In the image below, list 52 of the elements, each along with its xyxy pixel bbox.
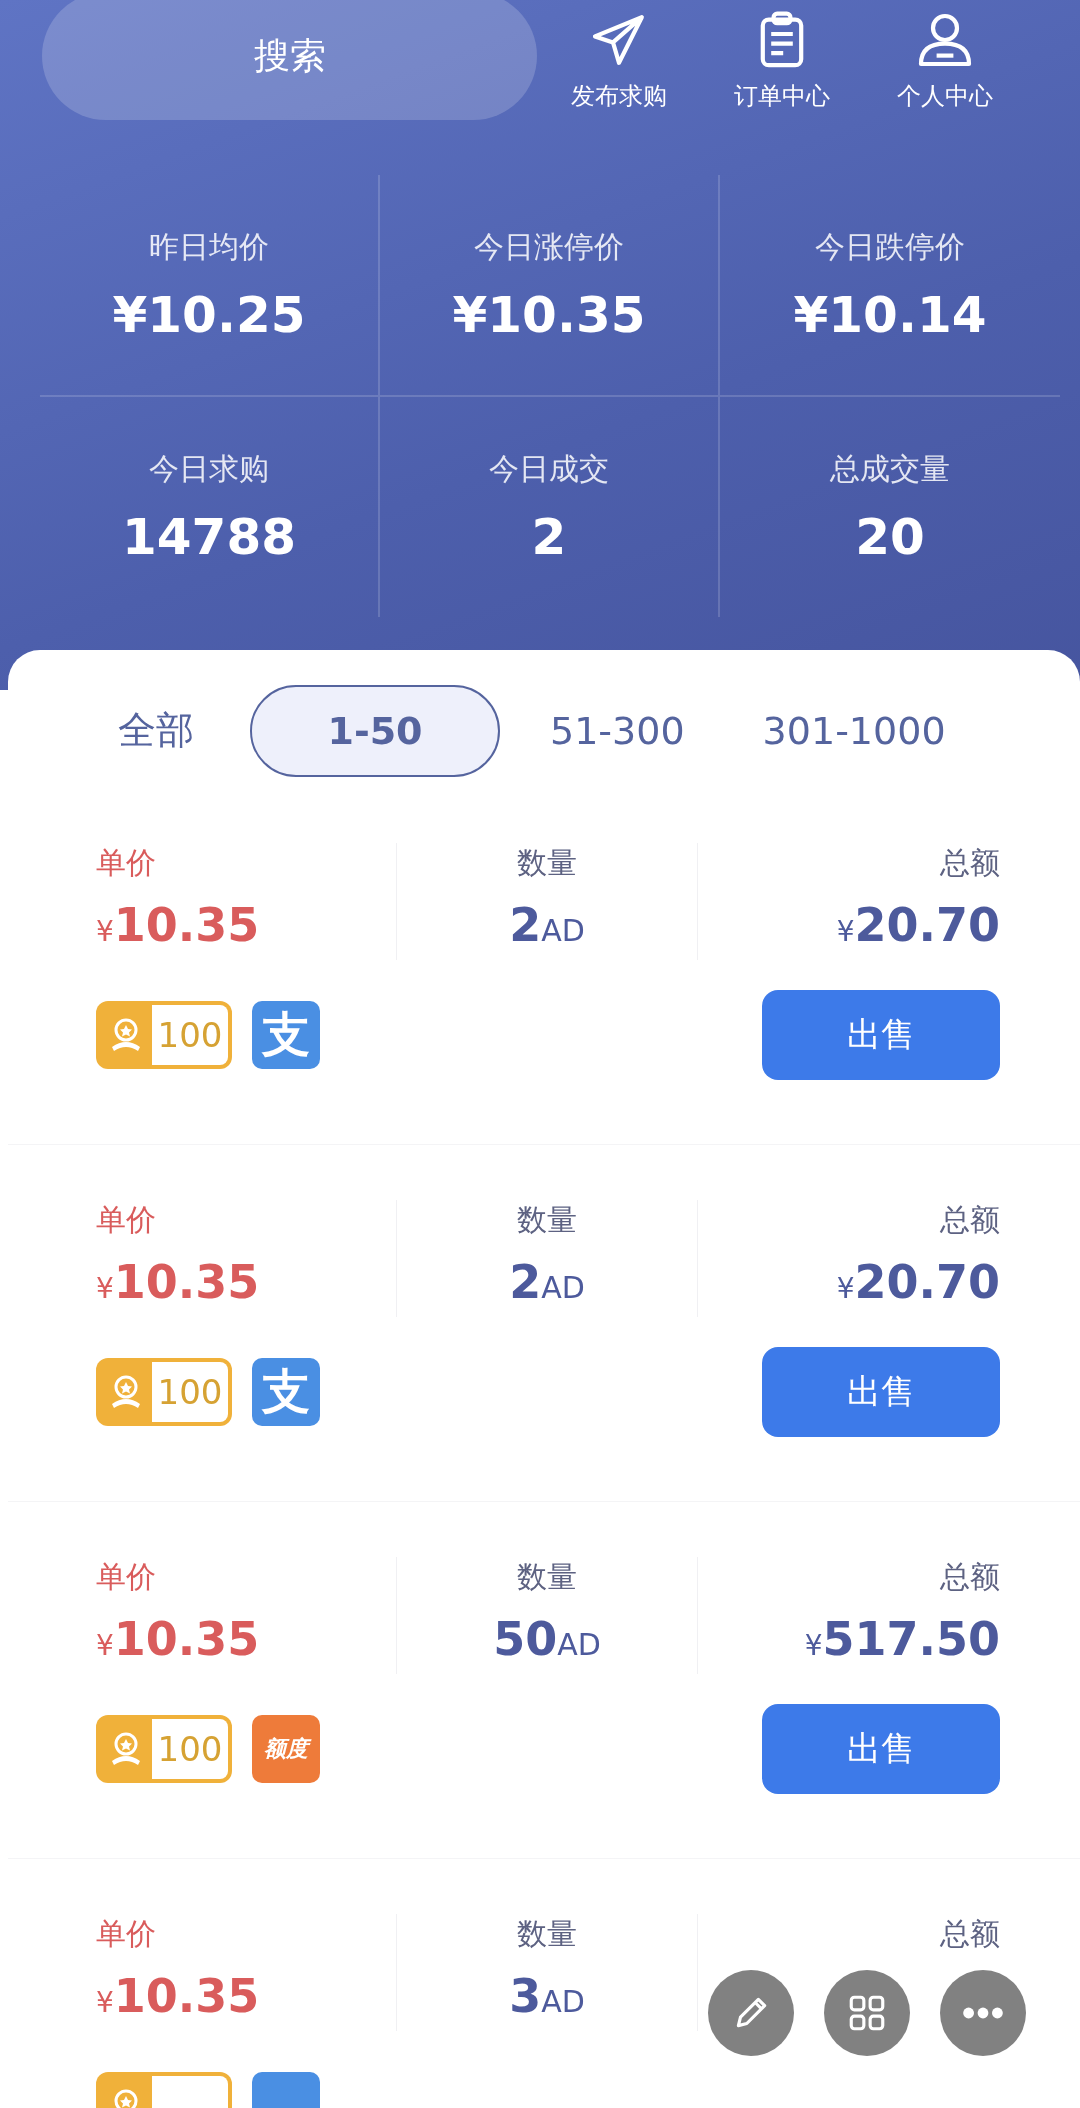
- range-tab[interactable]: 301-1000: [720, 684, 988, 777]
- unit-price: ¥10.35: [96, 1611, 260, 1668]
- range-tab[interactable]: 51-300: [500, 684, 721, 777]
- price-label: 单价: [96, 844, 156, 882]
- total-label: 总额: [940, 844, 1000, 882]
- orders-button[interactable]: 订单中心: [700, 10, 863, 112]
- unit-price: ¥10.35: [96, 1254, 260, 1311]
- price-label: 单价: [96, 1558, 156, 1596]
- quantity: 50AD: [493, 1611, 601, 1668]
- stat-label: 今日涨停价: [474, 227, 624, 266]
- total-label: 总额: [940, 1201, 1000, 1239]
- post-button[interactable]: 发布求购: [537, 10, 700, 112]
- quantity: 2AD: [509, 1254, 585, 1311]
- quantity-label: 数量: [517, 1201, 577, 1239]
- sell-button[interactable]: 出售: [762, 1347, 1000, 1437]
- search-field[interactable]: 搜索: [42, 0, 537, 120]
- stat-value: 14788: [122, 507, 296, 566]
- price-label: 单价: [96, 1915, 156, 1953]
- stat-value: 20: [855, 507, 925, 566]
- unit-price: ¥10.35: [96, 1968, 260, 2025]
- sell-button[interactable]: 出售: [762, 990, 1000, 1080]
- quantity: 3AD: [509, 1968, 585, 2025]
- quantity-label: 数量: [517, 844, 577, 882]
- total-label: 总额: [940, 1558, 1000, 1596]
- quantity-label: 数量: [517, 1915, 577, 1953]
- credit-icon: 额度: [252, 1715, 320, 1783]
- stat-label: 昨日均价: [149, 227, 269, 266]
- quantity-label: 数量: [517, 1558, 577, 1596]
- stat-value: ¥10.14: [793, 285, 987, 344]
- stat-value: 2: [531, 507, 567, 566]
- total-amount: ¥20.70: [836, 897, 1000, 954]
- price-label: 单价: [96, 1201, 156, 1239]
- quantity: 2AD: [509, 897, 585, 954]
- alipay-icon: 支: [252, 1358, 320, 1426]
- profile-button[interactable]: 个人中心: [863, 10, 1026, 112]
- total-amount: ¥517.50: [804, 1611, 1000, 1668]
- sell-button[interactable]: 出售: [762, 1704, 1000, 1794]
- stat-label: 今日求购: [149, 449, 269, 488]
- alipay-icon: 支: [252, 1001, 320, 1069]
- stat-label: 今日成交: [489, 449, 609, 488]
- total-amount: ¥20.70: [836, 1254, 1000, 1311]
- range-tab[interactable]: 全部: [68, 684, 250, 777]
- range-tab[interactable]: 1-50: [250, 684, 500, 777]
- rating-badge: 100: [96, 1001, 232, 1069]
- rating-badge: 100: [96, 1358, 232, 1426]
- rating-badge: 100: [96, 1715, 232, 1783]
- total-label: 总额: [940, 1915, 1000, 1953]
- stat-label: 总成交量: [830, 449, 950, 488]
- unit-price: ¥10.35: [96, 897, 260, 954]
- stat-label: 今日跌停价: [815, 227, 965, 266]
- stat-value: ¥10.25: [112, 285, 306, 344]
- stat-value: ¥10.35: [452, 285, 646, 344]
